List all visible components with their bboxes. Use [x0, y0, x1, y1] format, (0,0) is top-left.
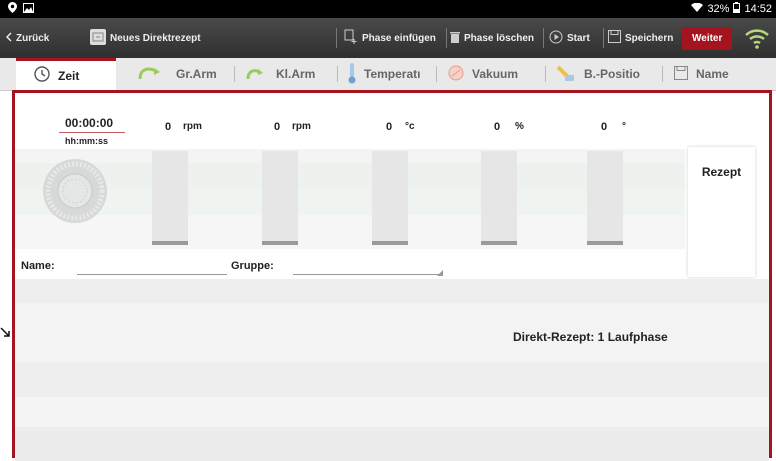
tab-label: Zeit: [58, 68, 80, 83]
start-button[interactable]: Start: [549, 18, 590, 58]
image-icon: [23, 2, 34, 16]
rezept-card[interactable]: Rezept: [688, 147, 755, 277]
clock-time: 14:52: [744, 3, 772, 15]
insert-phase-icon: [344, 29, 358, 48]
delete-phase-label: Phase löschen: [464, 32, 535, 44]
temperature-unit: °c: [405, 121, 415, 132]
phase-info-text: Direkt-Rezept: 1 Laufphase: [513, 330, 668, 344]
temperature-value: 0: [386, 121, 393, 133]
gr-arm-level-bar[interactable]: [152, 151, 188, 245]
action-bar: Zurück Neues Direktrezept Phase einfügen…: [0, 18, 776, 58]
small-arm-icon: [246, 65, 268, 84]
save-label: Speichern: [625, 32, 674, 44]
large-arm-icon: [138, 65, 168, 84]
time-value[interactable]: 00:00:00: [65, 116, 113, 130]
vacuum-value: 0: [494, 121, 501, 133]
tab-temperatur[interactable]: Temperatı: [348, 58, 420, 90]
temperature-bar-base: [372, 241, 408, 245]
chevron-left-icon: [5, 31, 12, 45]
save-button[interactable]: Speichern: [608, 18, 673, 58]
trash-icon: [450, 31, 460, 46]
insert-phase-label: Phase einfügen: [362, 32, 436, 44]
wifi-icon: [691, 2, 704, 16]
play-icon: [549, 30, 563, 47]
mixer-dial-icon: [41, 157, 109, 230]
tab-label: Vakuum: [472, 67, 519, 81]
position-level-bar[interactable]: [587, 151, 623, 245]
bowl-position-icon: [556, 63, 576, 86]
kl-arm-unit: rpm: [292, 121, 311, 132]
vacuum-level-bar[interactable]: [481, 151, 517, 245]
insert-phase-button[interactable]: Phase einfügen: [344, 18, 436, 58]
pointer-arrow-icon: [0, 326, 12, 344]
tab-label: Gr.Arm: [176, 67, 217, 81]
group-select[interactable]: [293, 257, 443, 276]
tab-zeit[interactable]: Zeit: [16, 58, 116, 90]
gr-arm-bar-base: [152, 241, 188, 245]
next-button[interactable]: Weiter: [682, 18, 733, 58]
tab-label: Kl.Arm: [276, 67, 316, 81]
dropdown-corner-icon: [437, 267, 443, 279]
vacuum-unit: %: [515, 121, 524, 132]
battery-icon: [733, 2, 741, 16]
time-format-label: hh:mm:ss: [65, 136, 109, 146]
page-title: Neues Direktrezept: [90, 18, 201, 58]
recipe-app-icon: [90, 28, 106, 48]
tab-b-position[interactable]: B.-Positio: [556, 58, 640, 90]
battery-percent: 32%: [707, 3, 730, 15]
wifi-status-icon[interactable]: [744, 18, 770, 58]
vacuum-icon: [448, 65, 464, 84]
tab-label: Name: [696, 67, 729, 81]
name-label: Name:: [21, 260, 55, 272]
back-button[interactable]: Zurück: [5, 18, 50, 58]
name-form-row: Name: Gruppe:: [15, 255, 685, 279]
group-label: Gruppe:: [231, 260, 274, 272]
position-unit: °: [622, 121, 626, 132]
position-value: 0: [601, 121, 608, 133]
save-icon: [608, 30, 621, 46]
back-label: Zurück: [16, 32, 50, 44]
kl-arm-value: 0: [274, 121, 281, 133]
delete-phase-button[interactable]: Phase löschen: [450, 18, 534, 58]
status-bar: 32% 14:52: [0, 0, 776, 18]
phase-editor-panel: 00:00:00 hh:mm:ss 0 rpm 0 rpm 0 °c 0 % 0…: [12, 90, 772, 461]
name-input[interactable]: [77, 257, 227, 275]
kl-arm-bar-base: [262, 241, 298, 245]
tab-label: B.-Positio: [584, 67, 640, 81]
page-title-text: Neues Direktrezept: [110, 32, 201, 44]
tab-gr-arm[interactable]: Gr.Arm: [138, 58, 217, 90]
thermometer-icon: [348, 62, 356, 87]
tab-bar: Zeit Gr.Arm Kl.Arm Temperatı Vakuum B.-P…: [0, 58, 776, 91]
position-bar-base: [587, 241, 623, 245]
start-label: Start: [567, 32, 590, 44]
tab-label: Temperatı: [364, 67, 421, 81]
rezept-label: Rezept: [701, 165, 742, 179]
gr-arm-unit: rpm: [183, 121, 202, 132]
tab-kl-arm[interactable]: Kl.Arm: [246, 58, 315, 90]
save-name-icon: [674, 65, 688, 83]
tab-vakuum[interactable]: Vakuum: [448, 58, 518, 90]
tab-name[interactable]: Name: [674, 58, 729, 90]
vacuum-bar-base: [481, 241, 517, 245]
gr-arm-value: 0: [165, 121, 172, 133]
next-label: Weiter: [682, 26, 733, 50]
clock-icon: [34, 66, 50, 85]
temperature-level-bar[interactable]: [372, 151, 408, 245]
kl-arm-level-bar[interactable]: [262, 151, 298, 245]
location-icon: [8, 2, 17, 16]
